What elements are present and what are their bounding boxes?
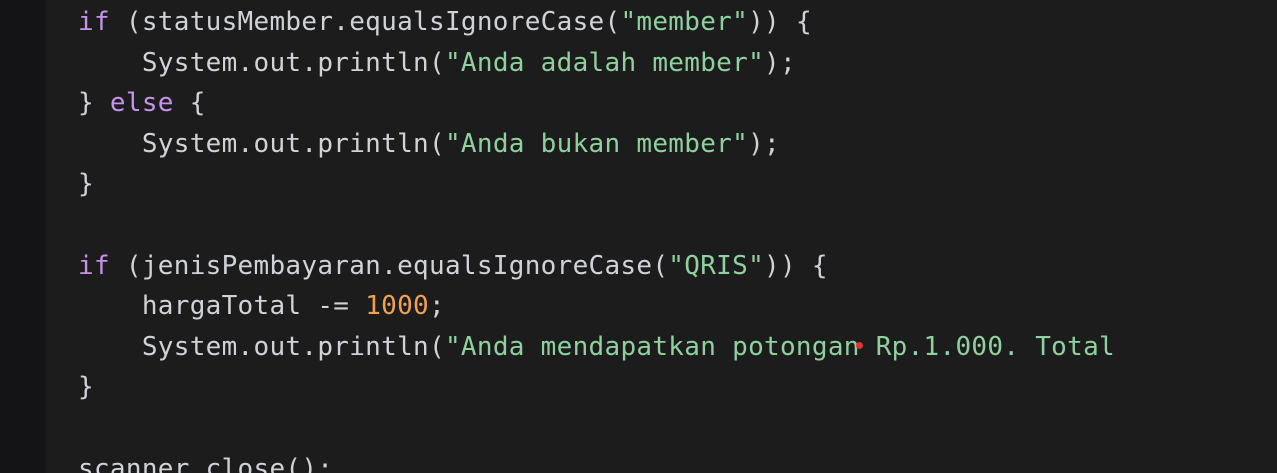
code-line[interactable]: scanner.close(); [78,449,333,473]
code-line[interactable]: } [78,164,94,204]
code-token-kw: if [78,250,110,281]
code-line[interactable]: } [78,367,94,407]
code-line[interactable]: if (jenisPembayaran.equalsIgnoreCase("QR… [78,246,828,286]
code-token-txt: System.out.println( [141,128,445,159]
code-token-txt: } [78,169,94,200]
code-token-str: "Anda bukan member" [444,128,749,159]
code-token-txt: System.out.println( [141,331,445,362]
code-token-txt: hargaTotal -= [141,291,366,322]
code-token-txt: )) { [764,250,828,281]
code-token-str: "Anda adalah member" [444,47,765,78]
code-area[interactable]: if (statusMember.equalsIgnoreCase("membe… [78,0,1277,473]
code-line[interactable]: System.out.println("Anda bukan member"); [78,124,780,164]
code-token-txt: } [78,88,110,119]
code-token-str: "Anda mendapatkan potongan Rp.1.000. Tot… [444,331,1115,362]
code-token-str: "member" [620,7,749,37]
code-token-txt: (jenisPembayaran.equalsIgnoreCase( [109,250,669,281]
code-token-txt: )) { [748,7,812,37]
code-token-txt: ); [764,47,796,78]
code-line[interactable]: System.out.println("Anda mendapatkan pot… [78,327,1115,367]
code-token-txt: scanner.close(); [78,453,334,473]
code-token-num: 1000 [365,291,430,322]
cursor-marker-icon [856,342,863,349]
code-token-txt: { [173,88,206,119]
code-token-txt: ; [429,291,445,322]
editor-gutter [0,0,46,473]
code-token-kw: if [78,7,110,37]
code-editor[interactable]: if (statusMember.equalsIgnoreCase("membe… [0,0,1277,473]
code-token-kw: else [109,88,174,119]
code-token-txt: System.out.println( [141,47,445,78]
code-line[interactable]: hargaTotal -= 1000; [78,286,445,326]
code-token-txt: (statusMember.equalsIgnoreCase( [109,7,621,37]
code-line[interactable]: if (statusMember.equalsIgnoreCase("membe… [78,2,812,42]
code-line[interactable]: } else { [78,83,206,123]
code-line[interactable]: System.out.println("Anda adalah member")… [78,43,796,83]
code-token-str: "QRIS" [668,250,765,281]
code-token-txt: } [78,372,94,403]
code-token-txt: ); [748,128,780,159]
